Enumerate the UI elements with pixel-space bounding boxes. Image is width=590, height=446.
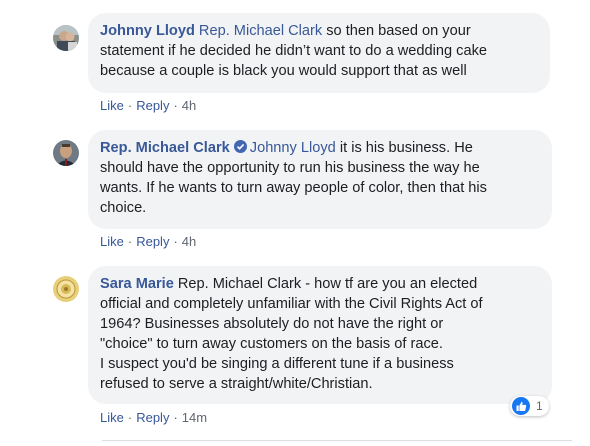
- user-avatar-sara-icon: [53, 276, 79, 302]
- comment-timestamp[interactable]: 4h: [182, 234, 196, 249]
- comment-author[interactable]: Sara Marie: [100, 276, 174, 292]
- comment-text-line2: official and completely unfamiliar with …: [100, 296, 483, 312]
- reaction-count-badge[interactable]: 1: [510, 396, 549, 416]
- verified-badge-icon: [233, 140, 247, 153]
- reply-button[interactable]: Reply: [136, 234, 169, 249]
- comment-text-line4: choice.: [100, 200, 147, 216]
- divider: [102, 440, 572, 441]
- user-avatar-michael-icon: [53, 140, 79, 166]
- comment-author[interactable]: Johnny Lloyd: [100, 23, 195, 39]
- like-button[interactable]: Like: [100, 410, 124, 425]
- comment-text-line5: I suspect you'd be singing a different t…: [100, 356, 454, 372]
- comment-text-line3: wants. If he wants to turn away people o…: [100, 180, 487, 196]
- avatar[interactable]: [53, 25, 79, 51]
- comment-mention[interactable]: Rep. Michael Clark: [199, 23, 322, 39]
- thumbs-up-icon: [512, 397, 530, 415]
- comment-author[interactable]: Rep. Michael Clark: [100, 140, 230, 156]
- comment-actions: Like · Reply · 4h: [100, 98, 196, 113]
- reply-button[interactable]: Reply: [136, 410, 169, 425]
- comment-text-line2: statement if he decided he didn’t want t…: [100, 43, 487, 59]
- separator-dot: ·: [173, 98, 178, 113]
- separator-dot: ·: [127, 410, 133, 425]
- reply-button[interactable]: Reply: [136, 98, 169, 113]
- user-avatar-johnny-icon: [53, 25, 79, 51]
- comment-text-line4: "choice" to turn away customers on the b…: [100, 336, 443, 352]
- comment-actions: Like · Reply · 4h: [100, 234, 196, 249]
- separator-dot: ·: [127, 234, 133, 249]
- like-button[interactable]: Like: [100, 98, 124, 113]
- comment-timestamp[interactable]: 14m: [182, 410, 207, 425]
- comment-text-line2: should have the opportunity to run his b…: [100, 160, 480, 176]
- comment-text-line6: refused to serve a straight/white/Christ…: [100, 376, 373, 392]
- comment-bubble: Sara Marie Rep. Michael Clark - how tf a…: [88, 266, 552, 404]
- comment-bubble: Johnny Lloyd Rep. Michael Clark so then …: [88, 13, 550, 93]
- comment-text-line3: because a couple is black you would supp…: [100, 63, 467, 79]
- like-button[interactable]: Like: [100, 234, 124, 249]
- comment-timestamp[interactable]: 4h: [182, 98, 196, 113]
- avatar[interactable]: [53, 140, 79, 166]
- comment-text-line1: so then based on your: [322, 23, 471, 39]
- avatar[interactable]: [53, 276, 79, 302]
- separator-dot: ·: [173, 234, 178, 249]
- comment-bubble: Rep. Michael Clark Johnny Lloyd it is his…: [88, 130, 552, 229]
- reaction-count: 1: [536, 399, 543, 413]
- comment-text-line3: 1964? Businesses absolutely do not have …: [100, 316, 444, 332]
- comment-text-line1: it is his business. He: [335, 140, 473, 156]
- comment-text-line1: Rep. Michael Clark - how tf are you an e…: [173, 276, 478, 292]
- separator-dot: ·: [173, 410, 178, 425]
- separator-dot: ·: [127, 98, 133, 113]
- comment-actions: Like · Reply · 14m: [100, 410, 207, 425]
- comment-mention[interactable]: Johnny Lloyd: [250, 140, 336, 156]
